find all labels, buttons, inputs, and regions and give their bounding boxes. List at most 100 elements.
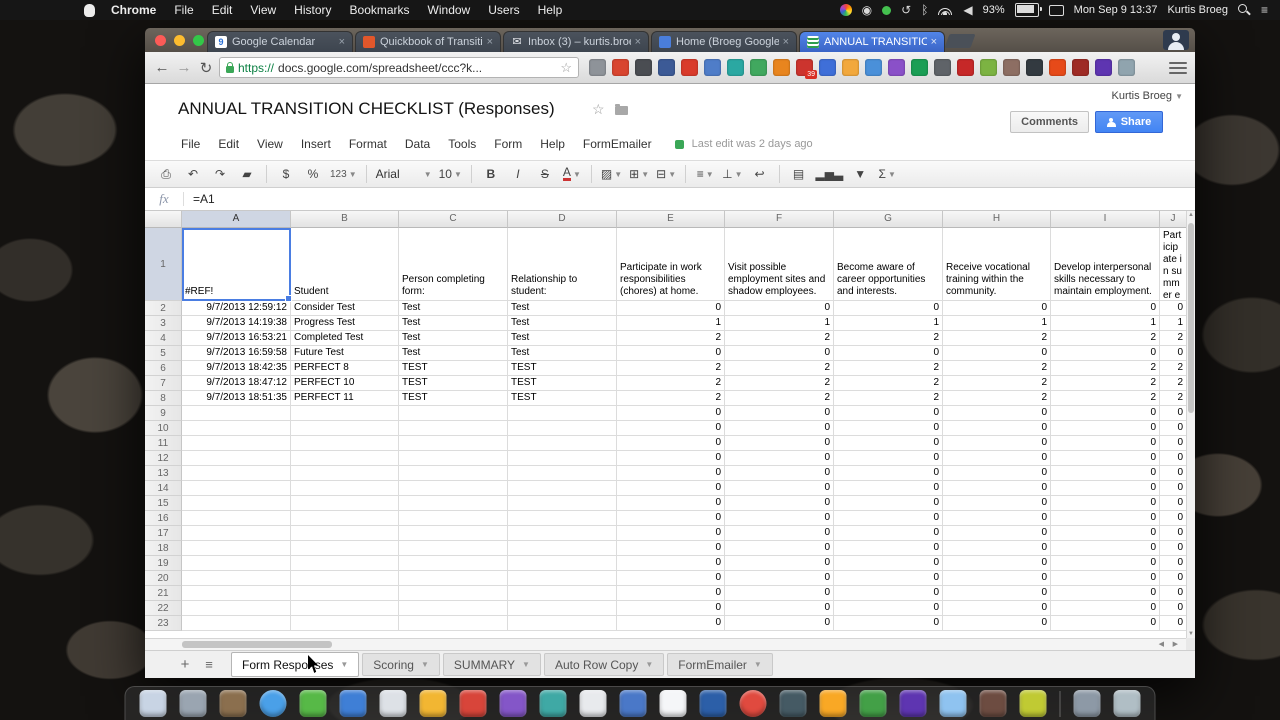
cell[interactable] <box>508 451 617 466</box>
all-sheets-button[interactable]: ≡ <box>197 657 221 672</box>
browser-tab-home-broeg-google-doc[interactable]: Home (Broeg Google Doc × <box>651 31 797 52</box>
sheet-tab-menu-icon[interactable]: ▼ <box>645 660 653 669</box>
cell[interactable]: 0 <box>834 571 943 586</box>
cell[interactable]: Test <box>508 301 617 316</box>
vertical-scrollbar[interactable]: ▲ ▼ <box>1186 211 1195 638</box>
menu-help[interactable]: Help <box>538 3 563 17</box>
cell[interactable]: Test <box>508 331 617 346</box>
cell[interactable]: 0 <box>1051 406 1160 421</box>
cell[interactable] <box>291 616 399 631</box>
extension-icon[interactable] <box>980 59 997 76</box>
cell[interactable]: 0 <box>943 616 1051 631</box>
cell[interactable] <box>182 601 291 616</box>
cell[interactable]: 0 <box>725 586 834 601</box>
comments-button[interactable]: Comments <box>1010 111 1089 133</box>
dock-icon[interactable] <box>1113 690 1141 717</box>
dock-icon[interactable] <box>699 690 727 717</box>
cell[interactable]: Participate in summer employment. <box>1160 228 1187 301</box>
cell[interactable] <box>508 406 617 421</box>
cell[interactable]: 0 <box>1051 421 1160 436</box>
cell[interactable]: 0 <box>725 466 834 481</box>
cell[interactable]: 0 <box>834 466 943 481</box>
cell[interactable]: 0 <box>725 346 834 361</box>
cell[interactable]: 0 <box>1051 601 1160 616</box>
cell[interactable]: 0 <box>1160 571 1187 586</box>
cell[interactable] <box>291 421 399 436</box>
cell[interactable] <box>508 556 617 571</box>
menu-history[interactable]: History <box>294 3 331 17</box>
volume-icon[interactable]: ◀ <box>963 4 972 16</box>
print-button[interactable]: ⎙ <box>153 163 179 185</box>
cell[interactable]: 0 <box>617 466 725 481</box>
strikethrough-button[interactable]: S <box>532 163 558 185</box>
sheet-tab-menu-icon[interactable]: ▼ <box>522 660 530 669</box>
cell[interactable]: 0 <box>617 496 725 511</box>
menu-file[interactable]: File <box>174 3 193 17</box>
cell[interactable] <box>399 556 508 571</box>
tab-close-icon[interactable]: × <box>931 36 937 48</box>
cell[interactable]: 0 <box>1160 511 1187 526</box>
add-sheet-button[interactable]: + <box>173 656 197 673</box>
last-edit-status[interactable]: Last edit was 2 days ago <box>692 138 813 150</box>
menu-users[interactable]: Users <box>488 3 519 17</box>
cell[interactable] <box>182 436 291 451</box>
cell[interactable]: 0 <box>725 496 834 511</box>
column-header-i[interactable]: I <box>1051 211 1160 228</box>
sheet-tab-menu-icon[interactable]: ▼ <box>340 660 348 669</box>
cell[interactable] <box>291 541 399 556</box>
cell[interactable] <box>399 421 508 436</box>
row-number[interactable]: 14 <box>145 481 182 496</box>
cell[interactable]: 0 <box>725 301 834 316</box>
menu-bookmarks[interactable]: Bookmarks <box>350 3 410 17</box>
extension-icon[interactable] <box>658 59 675 76</box>
cell[interactable]: 2 <box>834 376 943 391</box>
menu-chrome[interactable]: Chrome <box>111 3 156 17</box>
extension-icon[interactable] <box>1095 59 1112 76</box>
cell[interactable]: 9/7/2013 16:59:58 <box>182 346 291 361</box>
cell[interactable] <box>291 526 399 541</box>
cell[interactable] <box>399 436 508 451</box>
star-icon[interactable]: ☆ <box>592 101 605 118</box>
wrap-text-button[interactable]: ↩ <box>747 163 773 185</box>
dock-icon[interactable] <box>779 690 807 717</box>
cell[interactable]: 0 <box>1051 541 1160 556</box>
row-number[interactable]: 18 <box>145 541 182 556</box>
cell[interactable]: TEST <box>508 376 617 391</box>
dock-icon[interactable] <box>499 690 527 717</box>
cell[interactable]: 0 <box>617 346 725 361</box>
cell[interactable]: TEST <box>399 376 508 391</box>
cell[interactable]: Future Test <box>291 346 399 361</box>
insert-comment-button[interactable]: ▤ <box>786 163 812 185</box>
cell[interactable]: Relationship to student: <box>508 228 617 301</box>
row-number[interactable]: 4 <box>145 331 182 346</box>
row-number[interactable]: 3 <box>145 316 182 331</box>
dock-icon[interactable] <box>819 690 847 717</box>
sheets-menu-form[interactable]: Form <box>485 137 531 151</box>
cell[interactable]: 9/7/2013 18:47:12 <box>182 376 291 391</box>
cell[interactable] <box>182 571 291 586</box>
cell[interactable] <box>182 496 291 511</box>
cell[interactable]: Student <box>291 228 399 301</box>
cell[interactable]: Test <box>508 346 617 361</box>
cell[interactable]: 0 <box>1160 496 1187 511</box>
display-icon[interactable] <box>1048 4 1064 16</box>
dock-icon[interactable] <box>579 690 607 717</box>
cell[interactable] <box>399 571 508 586</box>
cell[interactable]: 0 <box>834 406 943 421</box>
cell[interactable]: 0 <box>1160 616 1187 631</box>
column-header-c[interactable]: C <box>399 211 508 228</box>
cell[interactable]: 2 <box>943 391 1051 406</box>
cell[interactable] <box>508 616 617 631</box>
cell[interactable]: 0 <box>943 436 1051 451</box>
cell[interactable]: 2 <box>617 361 725 376</box>
cell[interactable]: 2 <box>834 391 943 406</box>
dock-icon[interactable] <box>939 690 967 717</box>
cell[interactable]: 0 <box>1051 511 1160 526</box>
cell[interactable]: 0 <box>1160 586 1187 601</box>
cell[interactable]: 0 <box>725 511 834 526</box>
cell[interactable]: 0 <box>943 541 1051 556</box>
cell[interactable]: 9/7/2013 16:53:21 <box>182 331 291 346</box>
cell[interactable]: 2 <box>725 361 834 376</box>
cell[interactable]: 2 <box>943 331 1051 346</box>
dock-icon[interactable] <box>179 690 207 717</box>
